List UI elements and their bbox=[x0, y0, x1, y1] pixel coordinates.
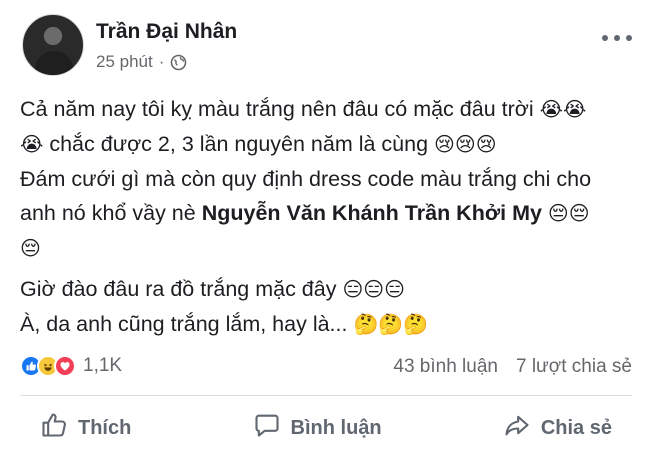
post-line: Cả năm nay tôi kỵ màu trắng nên đâu có m… bbox=[20, 92, 632, 127]
comment-count[interactable]: 43 bình luận bbox=[393, 356, 498, 378]
post-text: Giờ đào đâu ra đồ trắng mặc đây bbox=[20, 277, 343, 301]
pensive-emoji-icon: 😔😔 bbox=[547, 203, 590, 225]
expressionless-emoji-icon: 😑😑😑 bbox=[342, 279, 406, 301]
post-text: À, da anh cũng trắng lắm, hay là... bbox=[20, 312, 354, 336]
author-name[interactable]: Trần Đại Nhân bbox=[96, 20, 237, 44]
comment-button[interactable]: Bình luận bbox=[233, 403, 402, 453]
crying-emoji-icon: 😭😭 bbox=[539, 99, 587, 121]
globe-icon bbox=[170, 54, 187, 71]
mention-link[interactable]: Trần Khởi My bbox=[405, 201, 542, 225]
comment-label: Bình luận bbox=[290, 416, 382, 439]
post-line: Giờ đào đâu ra đồ trắng mặc đây 😑😑😑 bbox=[20, 272, 632, 307]
post-time[interactable]: 25 phút bbox=[96, 52, 153, 72]
love-reaction-icon bbox=[54, 355, 76, 377]
post-stats: 1,1K 43 bình luận 7 lượt chia sẻ bbox=[20, 352, 632, 382]
crying-emoji-icon: 😭 bbox=[20, 134, 44, 156]
thinking-emoji-icon: 🤔🤔🤔 bbox=[353, 314, 429, 336]
mention-link[interactable]: Nguyễn Văn Khánh bbox=[202, 201, 399, 225]
like-button[interactable]: Thích bbox=[20, 403, 151, 453]
share-icon bbox=[503, 411, 531, 445]
action-bar: Thích Bình luận Chia sẻ bbox=[20, 402, 632, 454]
divider bbox=[20, 395, 632, 396]
like-icon bbox=[40, 411, 68, 445]
reaction-count: 1,1K bbox=[83, 355, 123, 376]
post-body: Cả năm nay tôi kỵ màu trắng nên đâu có m… bbox=[20, 92, 632, 342]
share-count[interactable]: 7 lượt chia sẻ bbox=[516, 356, 632, 378]
reaction-summary[interactable]: 1,1K bbox=[20, 355, 122, 377]
like-label: Thích bbox=[78, 416, 132, 439]
post-header: Trần Đại Nhân 25 phút · bbox=[22, 14, 632, 80]
post-text: Cả năm nay tôi kỵ màu trắng nên đâu có m… bbox=[20, 97, 534, 121]
meta-separator: · bbox=[158, 52, 165, 71]
share-button[interactable]: Chia sẻ bbox=[483, 403, 632, 453]
avatar[interactable] bbox=[22, 14, 84, 76]
pensive-emoji-icon: 😔 bbox=[20, 238, 41, 260]
post-line: Đám cưới gì mà còn quy định dress code m… bbox=[20, 162, 632, 231]
post-text: chắc được 2, 3 lần nguyên năm là cùng bbox=[43, 132, 435, 156]
engagement-counts: 43 bình luận 7 lượt chia sẻ bbox=[393, 356, 632, 378]
post-line: 😭 chắc được 2, 3 lần nguyên năm là cùng … bbox=[20, 127, 632, 162]
post-line: À, da anh cũng trắng lắm, hay là... 🤔🤔🤔 bbox=[20, 307, 632, 342]
post-line: 😔 bbox=[20, 231, 632, 266]
post-meta: 25 phút · bbox=[96, 52, 187, 72]
comment-icon bbox=[253, 411, 281, 445]
sad-emoji-icon: 😢😢😢 bbox=[434, 134, 497, 156]
more-options-icon[interactable] bbox=[602, 32, 632, 44]
share-label: Chia sẻ bbox=[540, 416, 612, 439]
